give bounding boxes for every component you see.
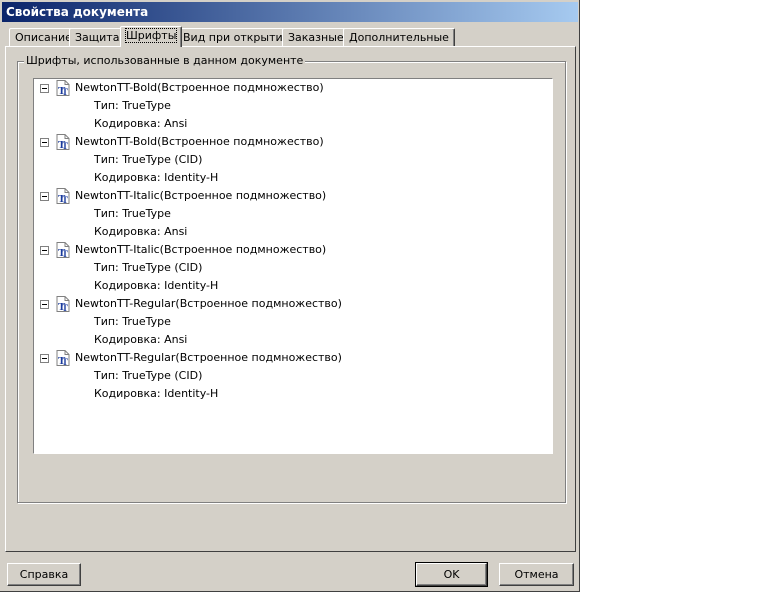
font-name: NewtonTT-Regular(Встроенное подмножество… — [75, 297, 342, 310]
font-type[interactable]: Тип: TrueType — [94, 97, 171, 115]
font-name: NewtonTT-Bold(Встроенное подмножество) — [75, 135, 324, 148]
collapse-toggle-icon[interactable] — [40, 354, 49, 363]
tab-label: Дополнительные — [349, 31, 449, 44]
fonts-groupbox: Шрифты, использованные в данном документ… — [17, 54, 566, 503]
font-encoding[interactable]: Кодировка: Ansi — [94, 115, 187, 133]
truetype-font-icon: TT — [55, 134, 71, 151]
fonts-tab-panel: Шрифты, использованные в данном документ… — [5, 46, 576, 552]
dialog-title: Свойства документа — [2, 2, 578, 22]
fonts-tree[interactable]: T T NewtonTT-Bold(Встроенное подмножество)… — [33, 78, 553, 454]
tab-label: Заказные — [288, 31, 344, 44]
collapse-toggle-icon[interactable] — [40, 246, 49, 255]
tab-label: Описание — [15, 31, 72, 44]
font-name: NewtonTT-Italic(Встроенное подмножество) — [75, 189, 327, 202]
collapse-toggle-icon[interactable] — [40, 84, 49, 93]
fonts-group-label: Шрифты, использованные в данном документ… — [24, 54, 306, 67]
truetype-font-icon: TT — [55, 350, 71, 367]
font-encoding[interactable]: Кодировка: Ansi — [94, 331, 187, 349]
tab-security[interactable]: Защита — [69, 28, 126, 46]
svg-text:T: T — [62, 357, 68, 366]
document-properties-dialog: Свойства документа Описание Защита Шрифт… — [0, 0, 580, 592]
font-type[interactable]: Тип: TrueType (CID) — [94, 367, 202, 385]
tab-custom[interactable]: Заказные — [282, 28, 350, 46]
svg-text:T: T — [62, 87, 68, 96]
font-name: NewtonTT-Bold(Встроенное подмножество) — [75, 81, 324, 94]
font-encoding[interactable]: Кодировка: Identity-H — [94, 169, 218, 187]
tab-description[interactable]: Описание — [9, 28, 78, 46]
tab-label: Защита — [75, 31, 120, 44]
font-name: NewtonTT-Italic(Встроенное подмножество) — [75, 243, 327, 256]
font-type[interactable]: Тип: TrueType — [94, 313, 171, 331]
svg-text:T: T — [62, 303, 68, 312]
font-name: NewtonTT-Regular(Встроенное подмножество… — [75, 351, 342, 364]
font-encoding[interactable]: Кодировка: Ansi — [94, 223, 187, 241]
font-encoding[interactable]: Кодировка: Identity-H — [94, 385, 218, 403]
font-type[interactable]: Тип: TrueType (CID) — [94, 259, 202, 277]
font-encoding[interactable]: Кодировка: Identity-H — [94, 277, 218, 295]
tab-fonts[interactable]: Шрифты — [120, 26, 183, 47]
font-type[interactable]: Тип: TrueType (CID) — [94, 151, 202, 169]
svg-text:T: T — [62, 141, 68, 150]
collapse-toggle-icon[interactable] — [40, 300, 49, 309]
font-type[interactable]: Тип: TrueType — [94, 205, 171, 223]
collapse-toggle-icon[interactable] — [40, 138, 49, 147]
ok-button[interactable]: OK — [415, 562, 488, 587]
help-button[interactable]: Справка — [7, 563, 81, 586]
tab-label: Вид при открытии — [183, 31, 290, 44]
collapse-toggle-icon[interactable] — [40, 192, 49, 201]
cancel-button[interactable]: Отмена — [499, 563, 574, 586]
svg-text:T: T — [62, 195, 68, 204]
tab-advanced[interactable]: Дополнительные — [343, 28, 455, 46]
truetype-font-icon: TT — [55, 80, 71, 97]
truetype-font-icon: TT — [55, 188, 71, 205]
tab-initial-view[interactable]: Вид при открытии — [177, 28, 296, 46]
truetype-font-icon: TT — [55, 242, 71, 259]
truetype-font-icon: TT — [55, 296, 71, 313]
svg-text:T: T — [62, 249, 68, 258]
tab-label: Шрифты — [124, 28, 178, 43]
